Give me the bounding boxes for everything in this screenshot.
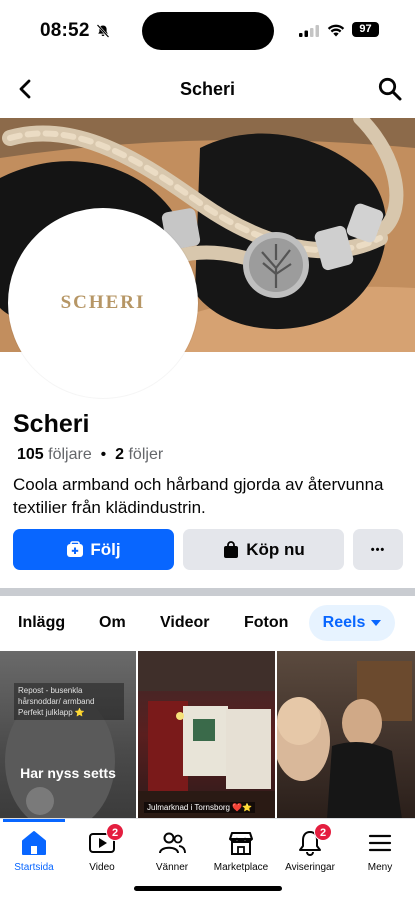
nav-menu-label: Meny bbox=[367, 862, 393, 873]
tab-reels-label: Reels bbox=[322, 614, 366, 631]
follow-add-icon bbox=[67, 540, 84, 557]
reel-caption: Julmarknad i Tornsborg ❤️⭐ bbox=[144, 802, 256, 813]
active-tab-indicator bbox=[3, 819, 65, 822]
top-nav-bar: Scheri bbox=[0, 62, 415, 118]
reels-grid: Repost - busenkla hårsnoddar/ armband Pe… bbox=[0, 651, 415, 819]
more-dots-icon: ••• bbox=[370, 543, 386, 556]
reel-image bbox=[277, 661, 412, 819]
stats-separator: • bbox=[100, 446, 107, 463]
reel-seen-label: Har nyss setts bbox=[20, 765, 116, 781]
status-bar: 08:52 97 bbox=[0, 0, 415, 62]
home-icon bbox=[22, 831, 46, 855]
bell-icon-wrap: 2 bbox=[296, 823, 332, 857]
nav-video[interactable]: 2 Video bbox=[62, 823, 142, 873]
reel-caption: Repost - busenkla hårsnoddar/ armband Pe… bbox=[14, 683, 124, 720]
status-time: 08:52 bbox=[40, 20, 90, 41]
nav-marketplace[interactable]: Marketplace bbox=[201, 829, 281, 873]
profile-stats: 105 följare • 2 följer bbox=[17, 446, 163, 464]
reel-thumbnail[interactable]: Julmarknad i Tornsborg ❤️⭐ bbox=[138, 651, 275, 819]
wifi-icon bbox=[327, 24, 345, 37]
nav-marketplace-label: Marketplace bbox=[213, 862, 269, 873]
reel-image bbox=[138, 651, 275, 819]
following-count[interactable]: 2 bbox=[115, 446, 124, 463]
marketplace-icon bbox=[229, 832, 253, 855]
friends-icon bbox=[159, 832, 186, 854]
home-indicator[interactable] bbox=[134, 886, 282, 891]
section-divider bbox=[0, 588, 415, 596]
more-options-button[interactable]: ••• bbox=[353, 529, 403, 570]
profile-name: Scheri bbox=[13, 410, 90, 438]
follow-button[interactable]: Följ bbox=[13, 529, 174, 570]
signal-icon bbox=[299, 25, 319, 37]
profile-bio: Coola armband och hårband gjorda av åter… bbox=[13, 475, 384, 517]
buy-now-label: Köp nu bbox=[246, 539, 305, 559]
video-icon-wrap: 2 bbox=[88, 823, 124, 857]
tab-posts[interactable]: Inlägg bbox=[18, 614, 65, 632]
nav-menu[interactable]: Meny bbox=[340, 829, 415, 873]
tab-about[interactable]: Om bbox=[99, 614, 126, 632]
nav-video-label: Video bbox=[89, 862, 115, 873]
tab-videos[interactable]: Videor bbox=[160, 614, 210, 632]
menu-icon bbox=[368, 834, 392, 852]
video-badge: 2 bbox=[106, 823, 124, 841]
reel-thumbnail[interactable] bbox=[277, 651, 415, 819]
tab-photos[interactable]: Foton bbox=[244, 614, 288, 632]
nav-notifications-label: Aviseringar bbox=[285, 862, 335, 873]
follow-button-label: Följ bbox=[90, 539, 121, 559]
following-label[interactable]: följer bbox=[128, 446, 163, 463]
bell-muted-icon bbox=[96, 24, 110, 38]
reel-image bbox=[5, 691, 115, 819]
notifications-badge: 2 bbox=[314, 823, 332, 841]
profile-avatar[interactable]: SCHERI bbox=[8, 208, 198, 398]
caret-down-icon bbox=[371, 620, 382, 626]
dynamic-island bbox=[142, 12, 274, 50]
nav-friends[interactable]: Vänner bbox=[132, 829, 212, 873]
shopping-bag-icon bbox=[224, 540, 239, 558]
tab-reels[interactable]: Reels bbox=[309, 605, 395, 641]
reel-thumbnail[interactable]: Repost - busenkla hårsnoddar/ armband Pe… bbox=[0, 651, 136, 819]
buy-now-button[interactable]: Köp nu bbox=[183, 529, 344, 570]
battery-indicator: 97 bbox=[352, 22, 379, 37]
profile-tabs: Inlägg Om Videor Foton Reels bbox=[0, 600, 415, 646]
avatar-logo-text: SCHERI bbox=[60, 292, 146, 313]
search-icon[interactable] bbox=[377, 76, 403, 102]
nav-friends-label: Vänner bbox=[155, 862, 189, 873]
followers-count[interactable]: 105 bbox=[17, 446, 44, 463]
followers-label[interactable]: följare bbox=[48, 446, 92, 463]
nav-notifications[interactable]: 2 Aviseringar bbox=[270, 823, 350, 873]
page-title: Scheri bbox=[179, 79, 236, 99]
